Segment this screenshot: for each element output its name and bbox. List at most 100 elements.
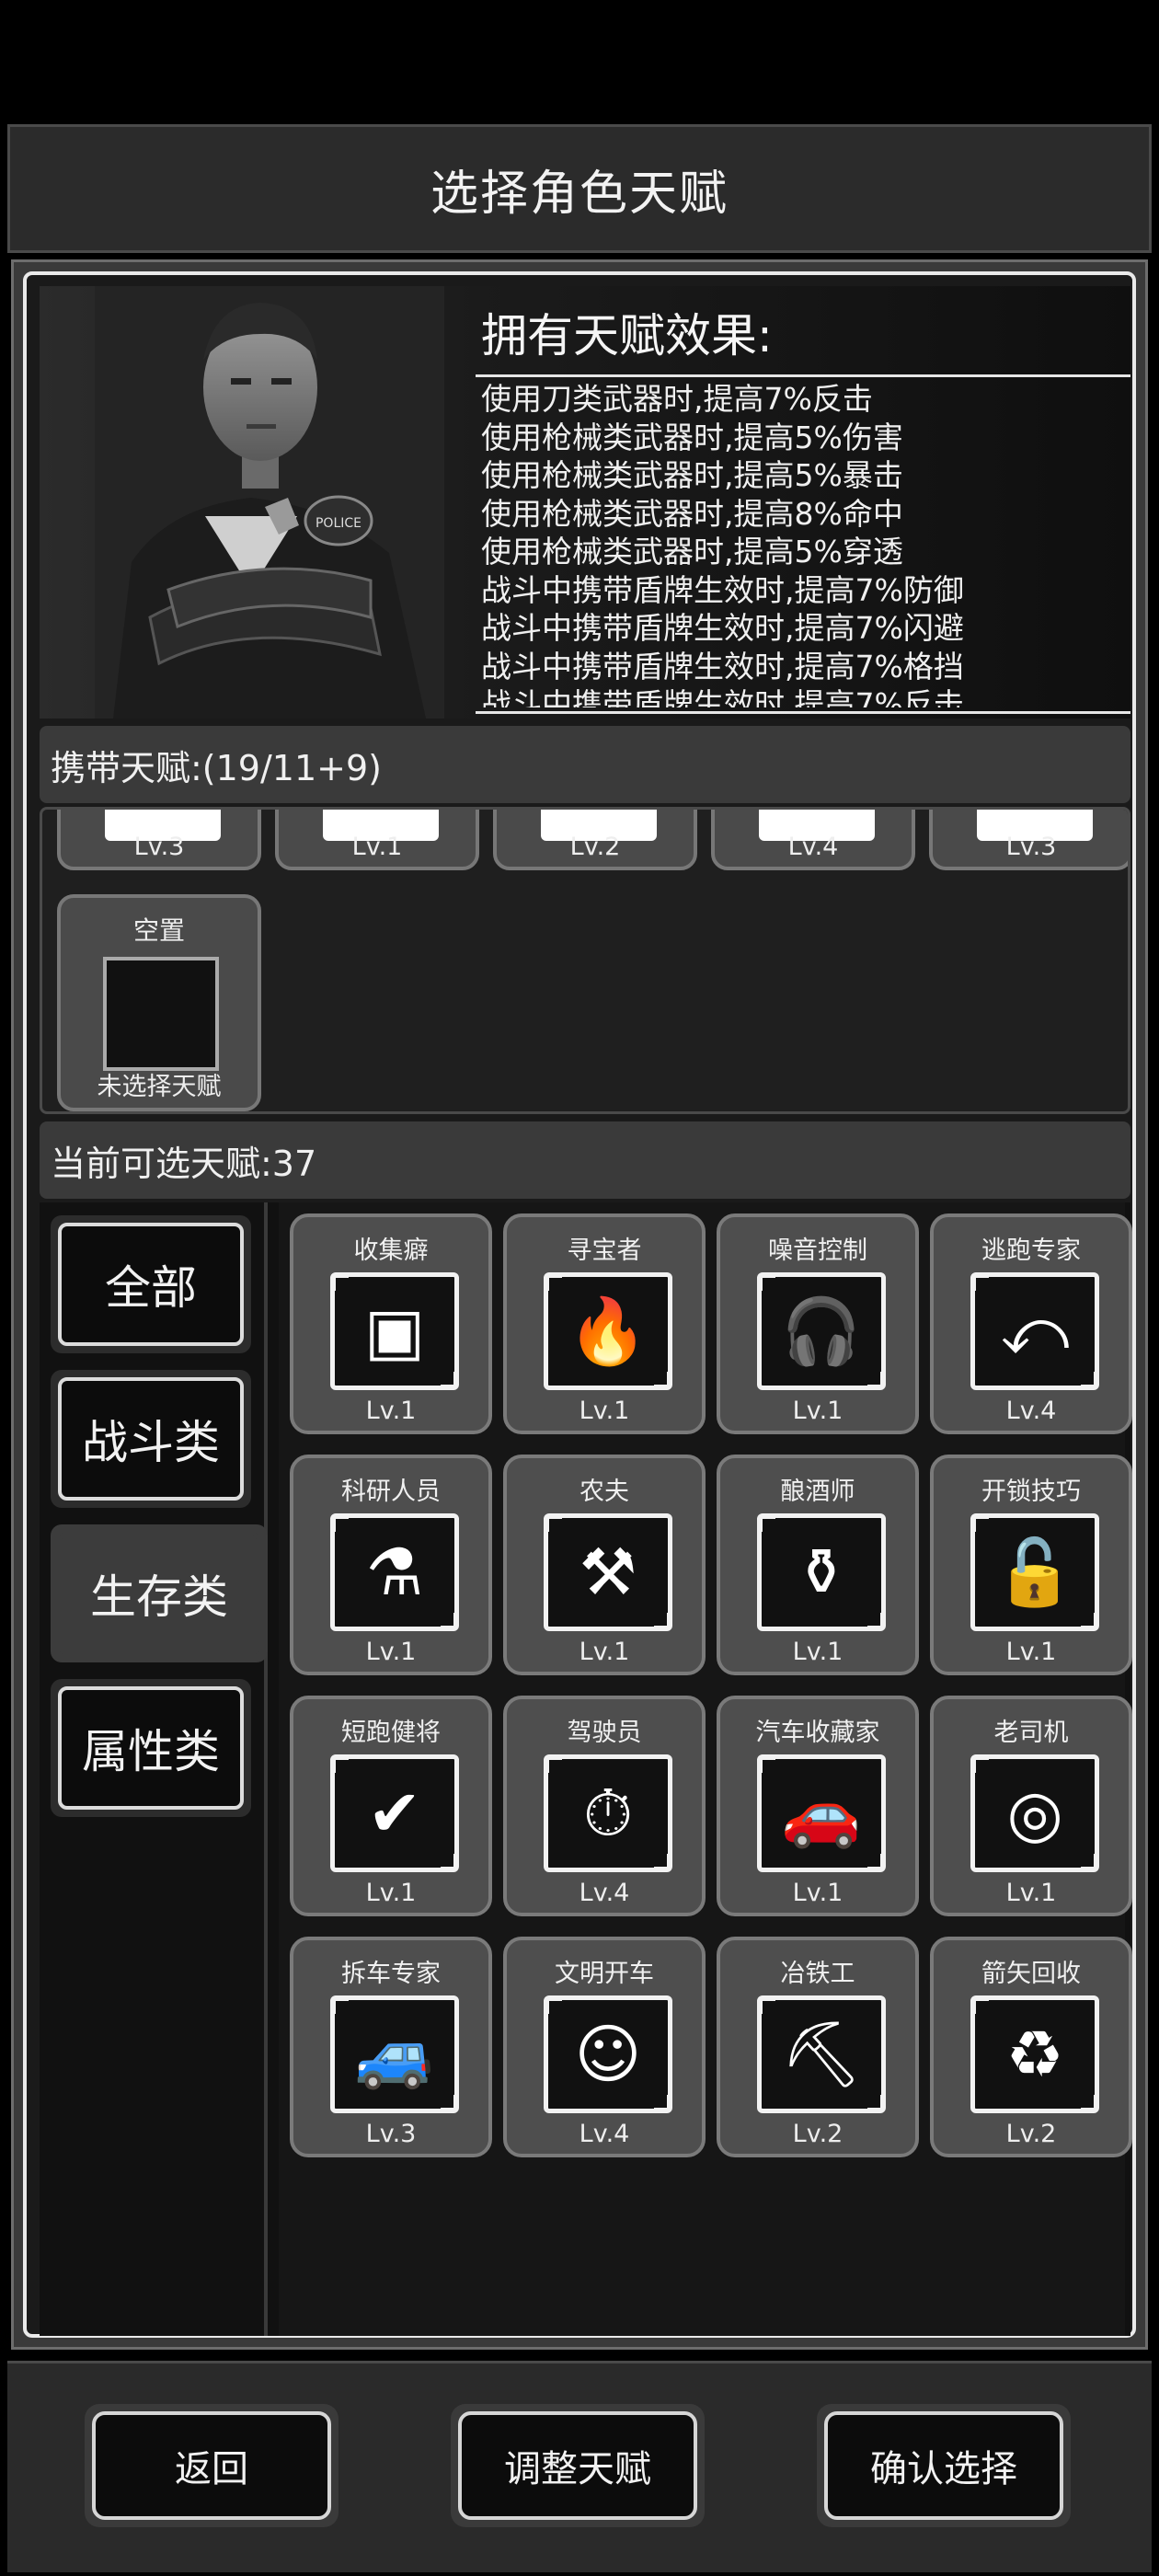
- talent-level: Lv.2: [569, 833, 621, 861]
- talent-panel-inner: POLICE 拥有天赋效果: 使用刀类武器时,提高7%反击 使用枪械类武器时,提…: [23, 271, 1136, 2338]
- talent-card[interactable]: 酿酒师 ⚱ Lv.1: [717, 1455, 919, 1675]
- talent-card[interactable]: 寻宝者 🔥 Lv.1: [503, 1213, 706, 1434]
- back-button-label: 返回: [175, 2448, 248, 2490]
- talent-name: 农夫: [580, 1478, 629, 1506]
- effect-line: 使用枪械类武器时,提高8%命中: [481, 495, 903, 532]
- effect-line: 战斗中携带盾牌生效时,提高7%反击: [481, 686, 964, 707]
- talent-name: 科研人员: [341, 1478, 441, 1506]
- crucible-icon: ⛏: [757, 1995, 886, 2113]
- talent-grid[interactable]: 收集癖 ▣ Lv.1 寻宝者 🔥 Lv.1 噪音控制 🎧 Lv.1 逃跑专家 ⤺: [279, 1202, 1132, 2336]
- talent-level: Lv.1: [365, 1638, 417, 1666]
- talent-name: 短跑健将: [341, 1719, 441, 1747]
- effect-line: 使用刀类武器时,提高7%反击: [481, 381, 873, 417]
- talent-level: Lv.1: [579, 1397, 630, 1425]
- talent-card[interactable]: 农夫 ⚒ Lv.1: [503, 1455, 706, 1675]
- talent-name: 驾驶员: [567, 1719, 642, 1747]
- talent-level: Lv.1: [792, 1879, 843, 1907]
- steering-wheel-icon: ◎: [970, 1754, 1099, 1872]
- category-tab-attribute[interactable]: 属性类: [51, 1679, 251, 1817]
- flask-icon: ⚗: [330, 1513, 459, 1631]
- talent-card[interactable]: 拆车专家 🚙 Lv.3: [290, 1937, 492, 2157]
- status-bar: [0, 0, 1159, 124]
- arrow-recycle-icon: ♻: [970, 1995, 1099, 2113]
- lock-icon: 🔓: [970, 1513, 1099, 1631]
- adjust-talents-button[interactable]: 调整天赋: [451, 2404, 705, 2527]
- empty-slot-caption: 未选择天赋: [97, 1073, 222, 1101]
- talent-level: Lv.2: [792, 2120, 843, 2148]
- talent-level: Lv.3: [365, 2120, 417, 2148]
- back-button[interactable]: 返回: [85, 2404, 339, 2527]
- box-icon: ▣: [330, 1272, 459, 1390]
- talent-level: Lv.3: [1005, 833, 1057, 861]
- effect-line: 战斗中携带盾牌生效时,提高7%闪避: [481, 610, 964, 646]
- talent-name: 文明开车: [555, 1960, 654, 1988]
- confirm-selection-button[interactable]: 确认选择: [817, 2404, 1071, 2527]
- speed-road-icon: ⏱: [544, 1754, 672, 1872]
- talent-card[interactable]: 逃跑专家 ⤺ Lv.4: [930, 1213, 1132, 1434]
- effect-line: 战斗中携带盾牌生效时,提高7%防御: [481, 571, 964, 608]
- carried-talent-slot[interactable]: Lv.3: [57, 810, 261, 870]
- axe-icon: ⚒: [544, 1513, 672, 1631]
- talent-level: Lv.1: [1005, 1638, 1057, 1666]
- talent-name: 汽车收藏家: [755, 1719, 880, 1747]
- talent-level: Lv.1: [792, 1397, 843, 1425]
- talent-card[interactable]: 汽车收藏家 🚗 Lv.1: [717, 1696, 919, 1916]
- carried-talents-list[interactable]: Lv.3 Lv.1 Lv.2 Lv.4 Lv.3 空置 未选择天赋: [40, 807, 1130, 1114]
- talent-level: Lv.1: [365, 1397, 417, 1425]
- sprint-shoe-icon: ✔: [330, 1754, 459, 1872]
- talent-card[interactable]: 老司机 ◎ Lv.1: [930, 1696, 1132, 1916]
- empty-slot-icon: [103, 957, 219, 1071]
- talent-name: 逃跑专家: [981, 1236, 1081, 1265]
- talent-card[interactable]: 文明开车 ☺ Lv.4: [503, 1937, 706, 2157]
- talent-card[interactable]: 噪音控制 🎧 Lv.1: [717, 1213, 919, 1434]
- available-talents-label: 当前可选天赋:37: [51, 1143, 317, 1184]
- talent-card[interactable]: 收集癖 ▣ Lv.1: [290, 1213, 492, 1434]
- talent-name: 噪音控制: [768, 1236, 867, 1265]
- car-tools-icon: 🚙: [330, 1995, 459, 2113]
- talent-name: 酿酒师: [780, 1478, 855, 1506]
- still-icon: ⚱: [757, 1513, 886, 1631]
- category-label: 生存类: [90, 1570, 228, 1624]
- talent-name: 开锁技巧: [981, 1478, 1081, 1506]
- talent-card[interactable]: 科研人员 ⚗ Lv.1: [290, 1455, 492, 1675]
- talent-card[interactable]: 冶铁工 ⛏ Lv.2: [717, 1937, 919, 2157]
- talent-panel: POLICE 拥有天赋效果: 使用刀类武器时,提高7%反击 使用枪械类武器时,提…: [11, 259, 1148, 2350]
- headphones-icon: 🎧: [757, 1272, 886, 1390]
- carried-talents-label: 携带天赋:(19/11+9): [51, 747, 382, 788]
- car-icon: 🚗: [757, 1754, 886, 1872]
- available-talents-panel: 全部 战斗类 生存类 属性类 收集癖 ▣ Lv.1 寻宝者 🔥 Lv.1 噪音控…: [40, 1202, 1132, 2336]
- category-tab-all[interactable]: 全部: [51, 1215, 251, 1353]
- adjust-button-label: 调整天赋: [504, 2448, 651, 2490]
- talent-card[interactable]: 箭矢回收 ♻ Lv.2: [930, 1937, 1132, 2157]
- divider: [476, 374, 1130, 377]
- empty-talent-slot[interactable]: 空置 未选择天赋: [57, 894, 261, 1111]
- page-header: 选择角色天赋: [7, 124, 1152, 253]
- escape-arrow-icon: ⤺: [970, 1272, 1099, 1390]
- talent-level: Lv.1: [1005, 1879, 1057, 1907]
- effect-line: 使用枪械类武器时,提高5%伤害: [481, 419, 903, 455]
- talent-level: Lv.1: [365, 1879, 417, 1907]
- talent-name: 老司机: [993, 1719, 1069, 1747]
- divider: [476, 711, 1130, 714]
- talent-level: Lv.4: [579, 1879, 630, 1907]
- talent-card[interactable]: 短跑健将 ✔ Lv.1: [290, 1696, 492, 1916]
- talent-level: Lv.4: [787, 833, 839, 861]
- category-label: 属性类: [82, 1725, 220, 1778]
- carried-talent-slot[interactable]: Lv.3: [929, 810, 1128, 870]
- category-tab-combat[interactable]: 战斗类: [51, 1370, 251, 1508]
- page-title: 选择角色天赋: [430, 166, 729, 222]
- carried-talent-slot[interactable]: Lv.1: [275, 810, 479, 870]
- talent-level: Lv.1: [351, 833, 403, 861]
- effects-list[interactable]: 使用刀类武器时,提高7%反击 使用枪械类武器时,提高5%伤害 使用枪械类武器时,…: [481, 380, 1130, 707]
- category-label: 战斗类: [82, 1416, 220, 1469]
- category-tab-survival[interactable]: 生存类: [51, 1524, 268, 1662]
- carried-talent-slot[interactable]: Lv.4: [711, 810, 915, 870]
- talent-name: 收集癖: [353, 1236, 429, 1265]
- category-sidebar: 全部 战斗类 生存类 属性类: [40, 1202, 268, 2336]
- carried-talent-slot[interactable]: Lv.2: [493, 810, 697, 870]
- talent-card[interactable]: 开锁技巧 🔓 Lv.1: [930, 1455, 1132, 1675]
- talent-level: Lv.4: [579, 2120, 630, 2148]
- talent-card[interactable]: 驾驶员 ⏱ Lv.4: [503, 1696, 706, 1916]
- effect-line: 战斗中携带盾牌生效时,提高7%格挡: [481, 648, 964, 684]
- talent-level: Lv.3: [133, 833, 185, 861]
